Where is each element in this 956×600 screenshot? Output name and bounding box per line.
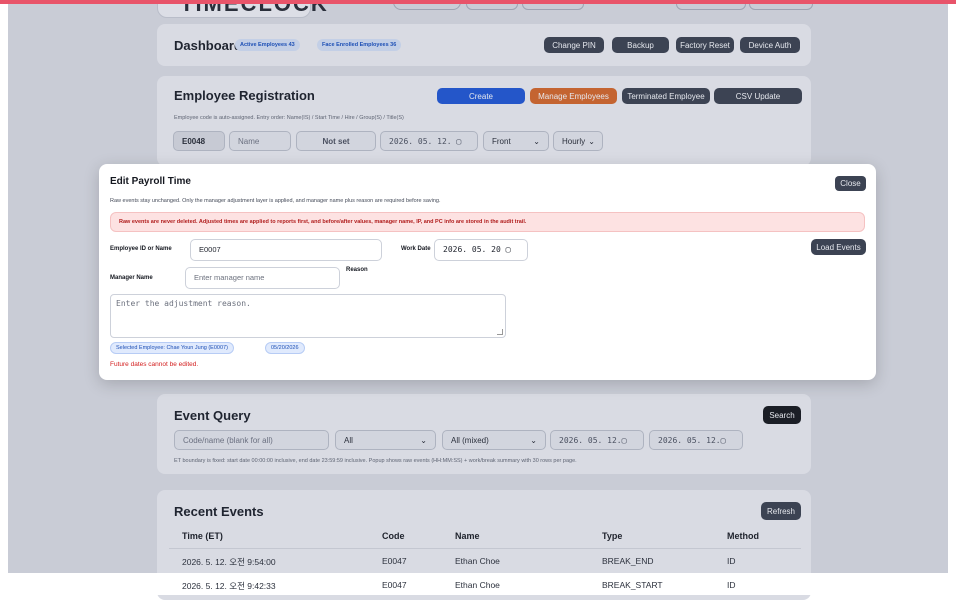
modal-subtitle: Raw events stay unchanged. Only the mana…: [110, 198, 441, 204]
factory-reset-button[interactable]: Factory Reset: [676, 37, 734, 53]
face-enrolled-badge: Face Enrolled Employees 36: [317, 39, 402, 51]
modal-title: Edit Payroll Time: [110, 176, 191, 187]
pay-type-value: Hourly: [562, 137, 586, 146]
name-placeholder: Name: [238, 137, 260, 146]
audit-alert-text: Raw events are never deleted. Adjusted t…: [119, 219, 527, 225]
employee-registration-card: Employee Registration Create Manage Empl…: [157, 76, 811, 166]
audit-alert: Raw events are never deleted. Adjusted t…: [110, 212, 865, 232]
dashboard-card: Dashboard Active Employees 43 Face Enrol…: [157, 24, 811, 66]
method-filter-value: All (mixed): [451, 436, 489, 445]
cell-name: Ethan Choe: [455, 556, 500, 566]
event-query-title: Event Query: [174, 408, 251, 423]
column-header-name: Name: [455, 531, 480, 541]
csv-update-button[interactable]: CSV Update: [714, 88, 802, 104]
manager-name-label: Manager Name: [110, 275, 153, 281]
event-query-card: Event Query Search Code/name (blank for …: [157, 394, 811, 474]
header-control[interactable]: [393, 4, 461, 10]
cell-type: BREAK_START: [602, 580, 663, 590]
selected-date-badge: 05/20/2026: [265, 342, 305, 354]
cell-method: ID: [727, 580, 736, 590]
cell-time: 2026. 5. 12. 오전 9:54:00: [182, 557, 276, 567]
code-name-input[interactable]: Code/name (blank for all): [174, 430, 329, 450]
cell-method: ID: [727, 556, 736, 566]
employee-id-label: Employee ID or Name: [110, 246, 172, 252]
cell-code: E0047: [382, 580, 407, 590]
column-header-code: Code: [382, 531, 405, 541]
cell-name: Ethan Choe: [455, 580, 500, 590]
employee-id-input[interactable]: E0007: [190, 239, 382, 261]
manager-name-placeholder: Enter manager name: [194, 273, 265, 282]
type-filter-select[interactable]: All ⌄: [335, 430, 436, 450]
backup-button[interactable]: Backup: [612, 37, 669, 53]
chevron-down-icon: ⌄: [533, 137, 540, 146]
chevron-down-icon: ⌄: [420, 436, 427, 445]
chevron-down-icon: ⌄: [588, 137, 595, 146]
end-date-input[interactable]: 2026. 05. 12.▢: [649, 430, 743, 450]
logo-box: TIMECLOCK: [157, 4, 327, 18]
event-query-note: ET boundary is fixed: start date 00:00:0…: [174, 458, 577, 464]
reason-placeholder: Enter the adjustment reason.: [116, 299, 251, 308]
recent-events-title: Recent Events: [174, 504, 264, 519]
close-button[interactable]: Close: [835, 176, 866, 191]
header-control[interactable]: [676, 4, 746, 10]
employee-code-field: E0048: [173, 131, 225, 151]
pay-type-select[interactable]: Hourly ⌄: [553, 131, 603, 151]
active-employees-badge: Active Employees 43: [235, 39, 300, 51]
dashboard-title: Dashboard: [174, 38, 242, 53]
type-filter-value: All: [344, 436, 353, 445]
load-events-button[interactable]: Load Events: [811, 239, 866, 255]
edit-payroll-time-modal: Edit Payroll Time Close Raw events stay …: [99, 164, 876, 380]
method-filter-select[interactable]: All (mixed) ⌄: [442, 430, 546, 450]
search-button[interactable]: Search: [763, 406, 801, 424]
end-date-value: 2026. 05. 12.▢: [658, 436, 726, 445]
create-button[interactable]: Create: [437, 88, 525, 104]
start-date-value: 2026. 05. 12.▢: [559, 436, 627, 445]
selected-employee-badge: Selected Employee: Chae Youn Jung (E0007…: [110, 342, 234, 354]
change-pin-button[interactable]: Change PIN: [544, 37, 604, 53]
chevron-down-icon: ⌄: [530, 436, 537, 445]
device-auth-button[interactable]: Device Auth: [740, 37, 800, 53]
terminated-employee-button[interactable]: Terminated Employee: [622, 88, 710, 104]
registration-note: Employee code is auto-assigned. Entry or…: [174, 115, 404, 121]
column-header-time: Time (ET): [182, 531, 223, 541]
reason-textarea[interactable]: Enter the adjustment reason.: [110, 294, 506, 338]
header-control[interactable]: [749, 4, 813, 10]
side-value: Front: [492, 137, 511, 146]
work-date-value: 2026. 05. 20 ▢: [443, 245, 511, 254]
hire-date-value: 2026. 05. 12. ▢: [389, 137, 462, 146]
manager-name-input[interactable]: Enter manager name: [185, 267, 340, 289]
work-date-input[interactable]: 2026. 05. 20 ▢: [434, 239, 528, 261]
cell-type: BREAK_END: [602, 556, 654, 566]
manage-employees-button[interactable]: Manage Employees: [530, 88, 617, 104]
refresh-button[interactable]: Refresh: [761, 502, 801, 520]
registration-title: Employee Registration: [174, 88, 315, 103]
start-time-value: Not set: [322, 137, 350, 146]
column-header-type: Type: [602, 531, 623, 541]
start-date-input[interactable]: 2026. 05. 12.▢: [550, 430, 644, 450]
work-date-label: Work Date: [401, 246, 431, 252]
row-separator: [169, 548, 801, 549]
employee-id-value: E0007: [199, 245, 221, 254]
name-input[interactable]: Name: [229, 131, 291, 151]
hire-date-input[interactable]: 2026. 05. 12. ▢: [380, 131, 478, 151]
header-control[interactable]: [466, 4, 518, 10]
reason-label: Reason: [346, 267, 368, 273]
app-logo: TIMECLOCK: [180, 4, 329, 17]
employee-code-value: E0048: [182, 137, 206, 146]
column-header-method: Method: [727, 531, 759, 541]
header-control[interactable]: [522, 4, 584, 10]
side-select[interactable]: Front ⌄: [483, 131, 549, 151]
resize-handle-icon[interactable]: [497, 329, 503, 335]
cell-time: 2026. 5. 12. 오전 9:42:33: [182, 581, 276, 591]
cell-code: E0047: [382, 556, 407, 566]
start-time-field[interactable]: Not set: [296, 131, 376, 151]
code-name-placeholder: Code/name (blank for all): [183, 436, 273, 445]
future-date-error: Future dates cannot be edited.: [110, 361, 199, 368]
